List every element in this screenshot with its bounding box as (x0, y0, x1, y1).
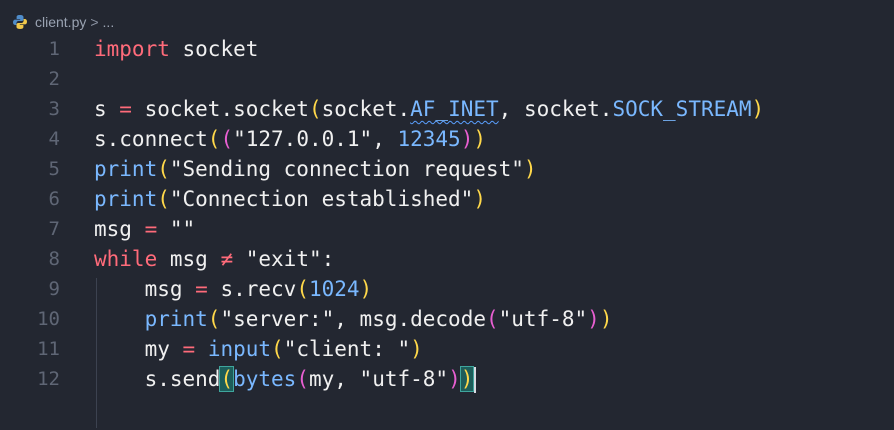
code-line[interactable]: 6 print("Connection established") (0, 184, 894, 214)
line-number: 5 (48, 158, 60, 180)
line-number: 7 (48, 218, 60, 240)
code-line[interactable]: 8 while msg ≠ "exit": (0, 244, 894, 274)
lint-warning: AF_INET (410, 97, 499, 121)
breadcrumb-separator: > (90, 13, 99, 30)
breadcrumb: client.py > ... (0, 0, 894, 34)
code-line[interactable]: 1 import socket (0, 34, 894, 64)
line-number: 10 (37, 308, 60, 330)
code-text: print("Sending connection request") (94, 157, 537, 181)
code-text: print("server:", msg.decode("utf-8")) (144, 307, 613, 331)
code-line[interactable]: 10 print("server:", msg.decode("utf-8")) (0, 304, 894, 334)
code-text: msg = s.recv(1024) (144, 277, 373, 301)
breadcrumb-file[interactable]: client.py (35, 14, 86, 30)
matched-bracket: ( (219, 366, 235, 392)
code-line[interactable]: 7 msg = "" (0, 214, 894, 244)
line-number: 3 (48, 98, 60, 120)
code-text: my = input("client: ") (144, 337, 423, 361)
line-number: 11 (37, 338, 60, 360)
code-text: msg = "" (94, 217, 196, 241)
line-number: 1 (48, 38, 60, 60)
breadcrumb-more[interactable]: ... (103, 14, 115, 30)
line-number: 6 (48, 188, 60, 210)
matched-bracket: ) (459, 366, 475, 392)
code-line[interactable]: 11 my = input("client: ") (0, 334, 894, 364)
code-editor[interactable]: 1 import socket 2 3 s = socket.socket(so… (0, 34, 894, 428)
line-number: 8 (48, 248, 60, 270)
code-line[interactable]: 12 s.send(bytes(my, "utf-8")) (0, 364, 894, 394)
line-number: 12 (37, 368, 60, 390)
text-cursor (474, 367, 477, 393)
code-text: s.send(bytes(my, "utf-8")) (94, 364, 477, 394)
line-number: 2 (48, 68, 60, 90)
line-number: 4 (48, 128, 60, 150)
line-number: 9 (48, 278, 60, 300)
code-text: while msg ≠ "exit": (94, 247, 335, 271)
code-text: print("Connection established") (94, 187, 486, 211)
code-line[interactable]: 3 s = socket.socket(socket.AF_INET, sock… (0, 94, 894, 124)
code-line[interactable]: 5 print("Sending connection request") (0, 154, 894, 184)
code-line[interactable]: 4 s.connect(("127.0.0.1", 12345)) (0, 124, 894, 154)
code-text: import socket (94, 37, 259, 61)
code-line[interactable]: 2 (0, 64, 894, 94)
code-line[interactable]: 9 msg = s.recv(1024) (0, 274, 894, 304)
python-file-icon (13, 14, 27, 29)
code-text: s.connect(("127.0.0.1", 12345)) (94, 127, 487, 151)
code-text: s = socket.socket(socket.AF_INET, socket… (94, 97, 765, 121)
